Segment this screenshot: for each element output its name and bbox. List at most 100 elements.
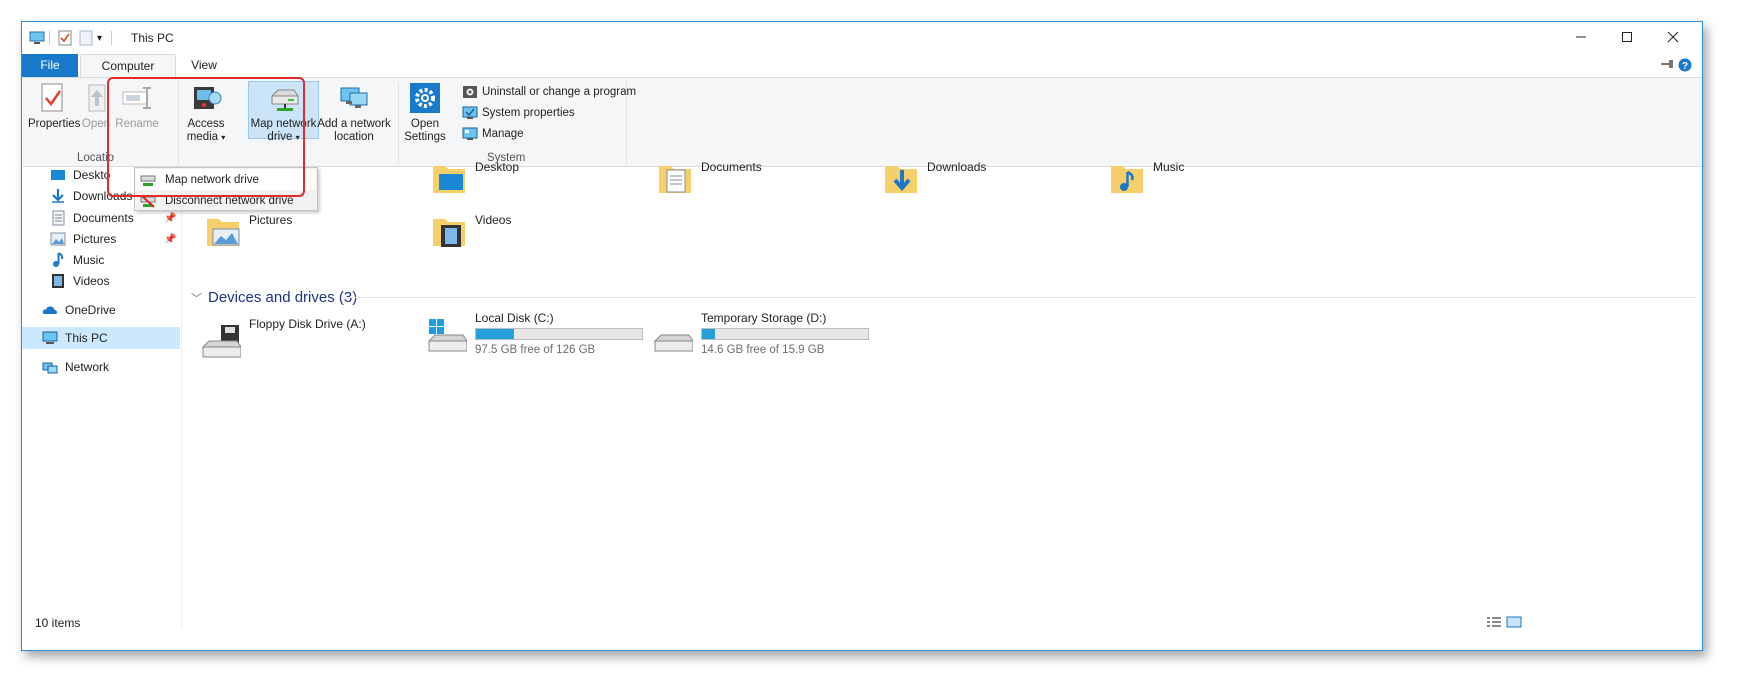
access-media-button[interactable]: Access media ▾: [182, 82, 230, 144]
access-media-label-row: media ▾: [182, 131, 230, 144]
access-media-label-2: media: [186, 131, 219, 143]
open-settings-button[interactable]: Open Settings: [402, 82, 448, 144]
folder-label: Documents: [701, 160, 762, 174]
devices-section-header[interactable]: ﹀ Devices and drives (3): [191, 289, 357, 306]
map-network-drive-dropdown-icon: ▾: [295, 133, 300, 142]
properties-label: Properties: [28, 118, 81, 130]
documents-icon: [50, 210, 66, 226]
open-button[interactable]: Open: [81, 82, 111, 131]
manage-icon: [462, 126, 478, 142]
item-count: 10 items: [35, 616, 81, 630]
toolbar-divider: [49, 31, 50, 45]
drive-temporary-storage-d[interactable]: Temporary Storage (D:) 14.6 GB free of 1…: [653, 311, 869, 356]
uninstall-program-button[interactable]: Uninstall or change a program: [462, 83, 636, 101]
videos-icon: [50, 273, 66, 289]
drive-free-space: 14.6 GB free of 15.9 GB: [701, 344, 825, 356]
map-network-drive-label-1: Map network: [250, 118, 317, 130]
chevron-down-icon: ﹀: [191, 292, 202, 305]
add-network-location-button[interactable]: Add a network location: [316, 82, 392, 144]
rename-icon: [121, 82, 153, 114]
section-divider: [343, 297, 1695, 298]
settings-gear-icon: [409, 82, 441, 114]
nav-item-label: OneDrive: [65, 303, 116, 317]
nav-item-network[interactable]: Network: [42, 356, 200, 378]
access-media-dropdown-icon: ▾: [221, 133, 226, 142]
open-icon: [81, 82, 113, 114]
folder-pictures[interactable]: Pictures: [205, 213, 292, 246]
menu-item-disconnect-network-drive[interactable]: Disconnect network drive: [136, 190, 316, 211]
properties-quick-icon[interactable]: [58, 30, 72, 46]
folder-downloads[interactable]: Downloads: [883, 160, 987, 193]
pin-icon[interactable]: 📌: [164, 234, 176, 245]
ribbon-tabs: File Computer View ?: [22, 54, 1702, 77]
menu-item-map-network-drive[interactable]: Map network drive: [136, 169, 316, 190]
system-properties-label: System properties: [482, 107, 575, 119]
download-arrow-icon: [50, 188, 66, 204]
maximize-button[interactable]: [1604, 22, 1650, 52]
map-drive-icon: [140, 173, 156, 187]
nav-item-label: Music: [73, 253, 105, 267]
uninstall-label: Uninstall or change a program: [482, 86, 637, 98]
properties-button[interactable]: Properties: [28, 82, 81, 131]
folder-label: Downloads: [927, 160, 987, 174]
close-button[interactable]: [1650, 22, 1696, 52]
downloads-folder-icon: [883, 160, 919, 193]
status-bar: 10 items: [22, 616, 1702, 650]
drive-name: Temporary Storage (D:): [701, 311, 827, 325]
folder-label: Desktop: [475, 160, 520, 174]
nav-item-label: Videos: [73, 274, 110, 288]
nav-item-label: Downloads: [73, 189, 133, 203]
group-label-location: Locatio: [77, 152, 115, 164]
nav-item-this-pc[interactable]: This PC: [22, 327, 180, 349]
map-network-drive-label-2: drive: [267, 131, 293, 143]
manage-button[interactable]: Manage: [462, 125, 524, 143]
folder-label: Videos: [475, 213, 512, 227]
rename-button[interactable]: Rename: [115, 82, 159, 131]
computer-icon: [29, 30, 45, 46]
pin-ribbon-icon[interactable]: [1660, 58, 1674, 73]
minimize-button[interactable]: [1558, 22, 1604, 52]
properties-icon: [36, 82, 68, 114]
ribbon: Properties Open Rename Access media ▾ Ma…: [22, 77, 1702, 167]
system-properties-button[interactable]: System properties: [462, 104, 575, 122]
drive-info: Local Disk (C:) 97.5 GB free of 126 GB: [475, 311, 643, 356]
disconnect-drive-icon: [140, 194, 156, 208]
tab-computer[interactable]: Computer: [80, 54, 176, 77]
windows-drive-icon: [427, 319, 468, 355]
nav-item-onedrive[interactable]: OneDrive: [42, 299, 200, 321]
cloud-icon: [42, 302, 58, 318]
folder-label: Music: [1153, 160, 1185, 174]
large-icons-view-icon[interactable]: [1506, 615, 1522, 632]
drive-floppy[interactable]: Floppy Disk Drive (A:): [201, 317, 366, 361]
new-folder-quick-icon[interactable]: [79, 30, 93, 46]
access-media-label-1: Access: [187, 118, 225, 130]
floppy-drive-icon: [201, 325, 242, 361]
drive-local-disk-c[interactable]: Local Disk (C:) 97.5 GB free of 126 GB: [427, 311, 643, 356]
nav-item-label: Documents: [73, 211, 134, 225]
drive-free-space: 97.5 GB free of 126 GB: [475, 344, 596, 356]
title-bar: ▾ This PC: [22, 22, 1702, 54]
folder-videos[interactable]: Videos: [431, 213, 512, 247]
pin-icon[interactable]: 📌: [164, 213, 176, 224]
map-network-drive-button[interactable]: Map network drive ▾: [248, 82, 319, 144]
folder-music[interactable]: Music: [1109, 160, 1185, 193]
details-view-icon[interactable]: [1486, 615, 1502, 632]
desktop-folder-icon: [431, 160, 467, 193]
nav-item-label: Pictures: [73, 232, 117, 246]
navigation-pane: Deskto Downloads Documents 📌 Pictures 📌 …: [22, 168, 271, 628]
menu-item-label: Map network drive: [165, 173, 259, 186]
customize-toolbar-icon[interactable]: ▾: [97, 30, 102, 46]
folder-documents[interactable]: Documents: [657, 160, 762, 193]
tab-view[interactable]: View: [177, 54, 231, 77]
tab-file[interactable]: File: [22, 54, 78, 77]
videos-folder-icon: [431, 213, 467, 247]
folder-desktop[interactable]: Desktop: [431, 160, 520, 193]
drive-usage-bar: [475, 328, 643, 340]
open-settings-label-2: Settings: [404, 131, 446, 143]
system-properties-icon: [462, 105, 478, 121]
media-icon: [190, 82, 222, 114]
help-icon[interactable]: ?: [1678, 58, 1692, 75]
drive-info: Temporary Storage (D:) 14.6 GB free of 1…: [701, 311, 869, 356]
nav-item-label: Deskto: [73, 168, 111, 182]
open-label: Open: [81, 118, 111, 130]
